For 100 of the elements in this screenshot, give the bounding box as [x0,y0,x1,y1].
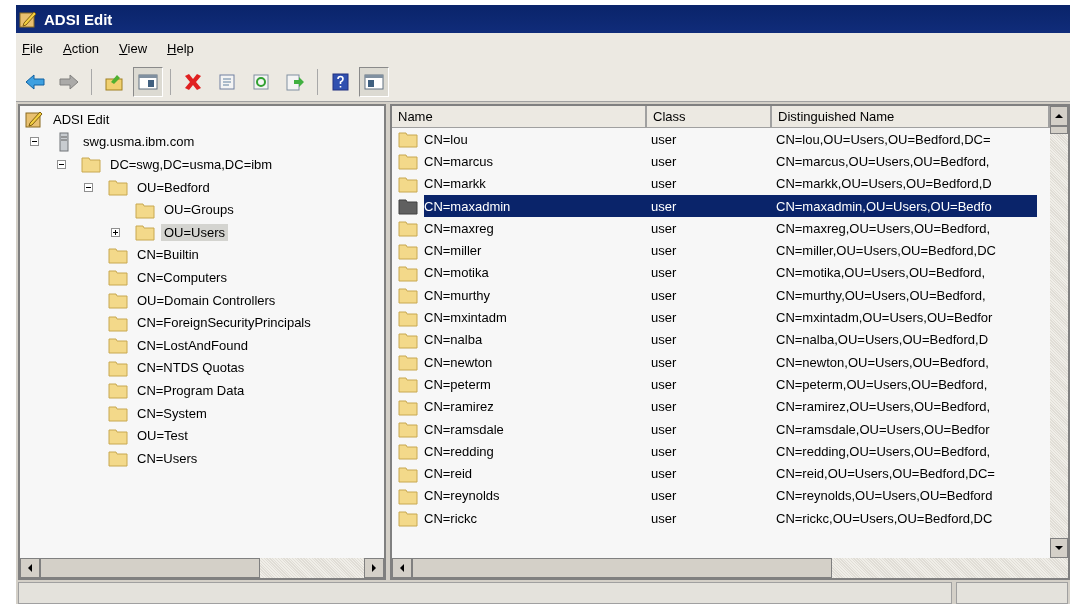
window-title: ADSI Edit [44,10,113,28]
tree-item[interactable]: OU=Domain Controllers [134,291,279,309]
folder-icon [398,419,418,439]
distinguished-name-cell-text: CN=reynolds,OU=Users,OU=Bedford [775,487,994,506]
scrollbar-thumb[interactable] [40,558,260,578]
scroll-down-button[interactable] [1050,538,1068,558]
name-cell[interactable]: CN=lou [424,128,647,151]
class-cell-text: user [650,130,678,149]
class-cell-text: user [650,286,678,305]
scrollbar-thumb[interactable] [1050,126,1068,134]
notepad-pencil-icon [24,109,44,130]
name-cell[interactable]: CN=ramsdale [424,417,647,441]
class-cell-text: user [650,331,678,350]
scroll-left-button[interactable] [20,558,40,578]
name-cell[interactable]: CN=marcus [424,150,647,173]
menu-item[interactable]: Help [167,40,194,56]
folder-icon [398,352,418,373]
collapse-icon[interactable] [84,182,93,192]
collapse-icon[interactable] [30,137,39,147]
folder-icon [398,508,418,529]
tree-item[interactable]: CN=Users [134,449,201,467]
class-cell: user [647,194,772,218]
distinguished-name-cell-text: CN=murthy,OU=Users,OU=Bedford, [775,286,987,305]
distinguished-name-cell: CN=maxadmin,OU=Users,OU=Bedfo [772,194,1037,218]
name-cell[interactable]: CN=motika [424,261,647,285]
scroll-right-button[interactable] [364,558,384,578]
folder-icon [398,129,418,150]
class-cell-text: user [650,465,678,484]
distinguished-name-cell-text: CN=peterm,OU=Users,OU=Bedford, [775,375,989,394]
name-cell[interactable]: CN=peterm [424,373,647,396]
distinguished-name-cell-text: CN=ramsdale,OU=Users,OU=Bedfor [775,420,991,439]
tree-item[interactable]: CN=ForeignSecurityPrincipals [134,314,314,332]
expand-icon[interactable] [111,227,120,237]
distinguished-name-cell-text: CN=redding,OU=Users,OU=Bedford, [775,442,992,461]
folder-icon [81,154,101,175]
folder-icon [398,196,418,217]
name-cell[interactable]: CN=reynolds [424,484,647,508]
class-cell-text: user [650,420,678,439]
tree-item[interactable]: OU=Test [134,427,191,445]
distinguished-name-cell-text: CN=newton,OU=Users,OU=Bedford, [775,353,990,372]
name-cell[interactable]: CN=markk [424,172,647,195]
distinguished-name-cell-text: CN=lou,OU=Users,OU=Bedford,DC= [775,130,992,149]
name-cell[interactable]: CN=newton [424,350,647,374]
distinguished-name-cell-text: CN=ramirez,OU=Users,OU=Bedford, [775,398,992,417]
scrollbar-thumb[interactable] [412,558,832,578]
folder-icon [398,151,418,172]
distinguished-name-cell-text: CN=motika,OU=Users,OU=Bedford, [775,264,987,283]
down-triangle-icon [1055,545,1063,551]
distinguished-name-cell-text: CN=maxreg,OU=Users,OU=Bedford, [775,219,992,238]
class-cell-text: user [650,309,678,327]
name-cell[interactable]: CN=rickc [424,507,647,530]
menu-item[interactable]: File [22,40,43,56]
tree-item[interactable]: CN=NTDS Quotas [134,359,248,377]
tree-item[interactable]: CN=System [134,404,210,422]
name-cell[interactable]: CN=ramirez [424,395,647,418]
distinguished-name-cell-text: CN=mxintadm,OU=Users,OU=Bedfor [775,309,994,327]
scroll-up-button[interactable] [1050,106,1068,126]
name-cell[interactable]: CN=nalba [424,328,647,351]
class-cell-text: user [650,398,678,417]
tree-item[interactable]: ADSI Edit [50,110,113,128]
class-cell-text: user [650,242,678,261]
distinguished-name-cell-text: CN=miller,OU=Users,OU=Bedford,DC [775,242,997,261]
folder-icon [135,222,155,243]
tree-item[interactable]: CN=Program Data [134,381,248,399]
tree-item[interactable]: CN=Builtin [134,246,202,264]
class-cell-text: user [650,375,678,394]
name-cell[interactable]: CN=murthy [424,284,647,307]
name-cell[interactable]: CN=mxintadm [424,306,647,329]
up-triangle-icon [1055,113,1063,119]
name-cell[interactable]: CN=maxreg [424,217,647,240]
column-header[interactable]: Name [392,106,647,128]
distinguished-name-cell-text: CN=marcus,OU=Users,OU=Bedford, [775,152,991,171]
column-header[interactable]: Class [647,106,772,128]
class-cell-text: user [650,487,678,506]
folder-icon [398,441,418,462]
menu-item[interactable]: Action [62,40,100,56]
folder-icon [108,290,128,311]
class-cell-text: user [650,353,678,372]
name-cell[interactable]: CN=reid [424,462,647,485]
name-cell[interactable]: CN=maxadmin [424,194,647,218]
scroll-left-button[interactable] [392,558,412,578]
distinguished-name-cell-text: CN=rickc,OU=Users,OU=Bedford,DC [775,509,994,528]
tree-item[interactable]: CN=Computers [134,268,230,286]
menu-item[interactable]: View [119,40,148,56]
tree-item[interactable]: OU=Bedford [134,178,213,196]
folder-icon [108,380,128,401]
tree-item[interactable]: swg.usma.ibm.com [80,133,198,151]
name-cell[interactable]: CN=redding [424,440,647,463]
tree-item[interactable]: OU=Users [161,223,229,241]
class-cell-text: user [650,264,678,283]
tree-item[interactable]: OU=Groups [161,201,237,219]
tree-item[interactable]: DC=swg,DC=usma,DC=ibm [107,156,276,173]
collapse-icon[interactable] [57,160,66,169]
class-cell-text: user [650,152,678,171]
name-cell[interactable]: CN=miller [424,239,647,262]
class-cell-text: user [650,442,678,461]
tree-item[interactable]: CN=LostAndFound [134,336,251,354]
right-triangle-icon [371,564,377,572]
column-header[interactable]: Distinguished Name [772,106,1050,128]
folder-icon [108,448,128,469]
